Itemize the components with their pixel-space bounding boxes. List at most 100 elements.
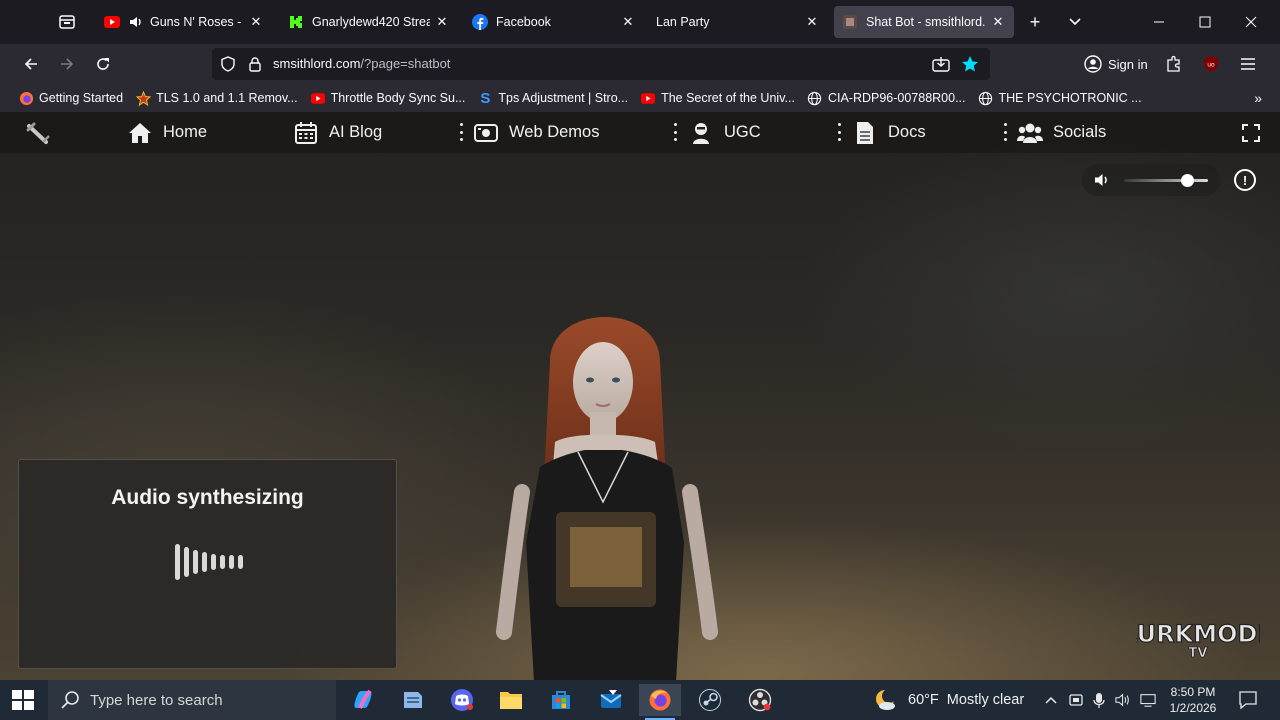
bookmark-label: CIA-RDP96-00788R00... — [827, 91, 966, 105]
bookmark-star-icon[interactable] — [961, 55, 979, 73]
sign-in-button[interactable]: Sign in — [1076, 49, 1160, 79]
weather-widget[interactable]: 60°F Mostly clear — [874, 680, 1024, 720]
volume-slider-handle[interactable] — [1180, 174, 1194, 187]
taskbar-app-copilot[interactable] — [342, 684, 384, 716]
notification-center-icon[interactable] — [1238, 690, 1258, 710]
docs-menu-icon[interactable] — [1002, 123, 1008, 141]
more-bookmarks-button[interactable]: » — [1254, 90, 1262, 106]
taskbar-app-firefox[interactable] — [639, 684, 681, 720]
tab-strip: Guns N' Roses - Pat ✕ Gnarlydewd420 Stre… — [0, 0, 1280, 44]
close-tab-icon[interactable]: ✕ — [804, 14, 820, 30]
tab-guns-n-roses[interactable]: Guns N' Roses - Pat ✕ — [96, 6, 272, 38]
nav-label: AI Blog — [329, 123, 383, 141]
microphone-icon — [1093, 693, 1105, 708]
taskbar-search[interactable]: Type here to search — [48, 680, 336, 720]
nav-label: Docs — [888, 123, 926, 141]
puzzle-icon — [1167, 55, 1180, 72]
extensions-button[interactable] — [1160, 50, 1188, 78]
bookmark-tls[interactable]: TLS 1.0 and 1.1 Remov... — [135, 90, 298, 106]
taskbar-app-files[interactable] — [392, 684, 434, 716]
bookmark-throttle-body[interactable]: Throttle Body Sync Su... — [310, 90, 465, 106]
taskbar-app-obs[interactable] — [739, 684, 781, 716]
plus-icon: + — [1029, 11, 1041, 32]
ublock-button[interactable]: uo — [1197, 50, 1225, 78]
tray-meet-now[interactable] — [1068, 692, 1084, 708]
search-placeholder: Type here to search — [90, 691, 223, 709]
taskbar-app-store[interactable] — [540, 684, 582, 716]
windows-start-icon[interactable] — [12, 690, 34, 710]
forward-arrow-icon — [61, 58, 74, 70]
shield-icon[interactable] — [220, 56, 236, 72]
site-logo-icon[interactable] — [26, 120, 52, 146]
download-page-icon[interactable] — [932, 56, 950, 72]
new-tab-button[interactable]: + — [1022, 9, 1048, 35]
star-icon — [135, 90, 151, 106]
url-text[interactable]: smsithlord.com/?page=shatbot — [273, 56, 450, 71]
bookmark-secret-universe[interactable]: The Secret of the Univ... — [640, 90, 795, 106]
bookmark-label: The Secret of the Univ... — [661, 91, 795, 105]
firefox-view-button[interactable] — [54, 9, 80, 35]
ai-blog-menu-icon[interactable] — [458, 123, 464, 141]
tray-microphone[interactable] — [1091, 692, 1107, 708]
sign-in-label: Sign in — [1108, 56, 1148, 72]
tray-network[interactable] — [1140, 692, 1156, 708]
close-tab-icon[interactable]: ✕ — [990, 14, 1006, 30]
taskbar-app-steam[interactable] — [689, 684, 731, 716]
nav-web-demos[interactable]: Web Demos — [473, 112, 599, 153]
tab-gnarlydewd-stream[interactable]: Gnarlydewd420 Stream ✕ — [280, 6, 458, 38]
bookmark-getting-started[interactable]: Getting Started — [18, 90, 123, 106]
meet-now-icon — [1069, 694, 1083, 706]
volume-slider-track[interactable] — [1124, 179, 1208, 182]
close-tab-icon[interactable]: ✕ — [620, 14, 636, 30]
back-button[interactable] — [17, 50, 45, 78]
tray-volume[interactable] — [1115, 692, 1131, 708]
lock-icon[interactable] — [248, 56, 262, 72]
app-menu-button[interactable] — [1234, 50, 1262, 78]
forward-button[interactable] — [53, 50, 81, 78]
taskbar-clock[interactable]: 8:50 PM 1/2/2026 — [1160, 684, 1226, 716]
nav-ugc[interactable]: UGC — [688, 112, 761, 153]
taskbar-app-discord[interactable] — [441, 684, 483, 716]
tab-shat-bot[interactable]: Shat Bot - smsithlord.co ✕ — [834, 6, 1014, 38]
ugc-menu-icon[interactable] — [836, 123, 842, 141]
nav-home[interactable]: Home — [127, 112, 207, 153]
nav-label: UGC — [724, 123, 761, 141]
audio-playing-icon[interactable] — [128, 14, 144, 30]
ublock-icon: uo — [1204, 56, 1218, 72]
list-all-tabs-button[interactable] — [1062, 9, 1088, 35]
tab-lan-party[interactable]: Lan Party ✕ — [648, 6, 828, 38]
nav-socials[interactable]: Socials — [1017, 112, 1106, 153]
fullscreen-icon[interactable] — [1242, 124, 1260, 142]
bookmark-tps-adjustment[interactable]: S Tps Adjustment | Stro... — [477, 89, 628, 107]
taskbar-app-file-explorer[interactable] — [490, 684, 532, 716]
nav-ai-blog[interactable]: AI Blog — [293, 112, 382, 153]
back-arrow-icon — [24, 58, 37, 70]
close-tab-icon[interactable]: ✕ — [434, 14, 450, 30]
close-window-button[interactable] — [1236, 8, 1266, 36]
taskbar-app-mail[interactable] — [590, 684, 632, 716]
nav-docs[interactable]: Docs — [852, 112, 926, 153]
maximize-button[interactable] — [1190, 8, 1220, 36]
bookmark-psychotronic[interactable]: THE PSYCHOTRONIC ... — [978, 90, 1142, 106]
store-icon — [552, 691, 570, 709]
moon-cloud-icon — [876, 689, 896, 710]
info-alert-icon[interactable]: ! — [1234, 169, 1256, 191]
document-icon — [852, 120, 878, 146]
weather-temp: 60°F — [908, 692, 939, 708]
url-bar[interactable]: smsithlord.com/?page=shatbot — [212, 48, 990, 80]
speaker-icon[interactable] — [1094, 172, 1110, 188]
tab-facebook[interactable]: Facebook ✕ — [464, 6, 644, 38]
close-tab-icon[interactable]: ✕ — [248, 14, 264, 30]
show-hidden-icons-button[interactable] — [1043, 692, 1059, 708]
minimize-button[interactable] — [1144, 8, 1174, 36]
tab-title: Shat Bot - smsithlord.co — [866, 15, 986, 29]
audio-waveform-icon — [175, 544, 243, 580]
bookmark-cia-rdp[interactable]: CIA-RDP96-00788R00... — [807, 90, 966, 106]
web-demos-menu-icon[interactable] — [672, 123, 678, 141]
chevron-up-icon — [1045, 696, 1057, 704]
volume-icon — [1115, 693, 1129, 707]
avatar-character — [496, 317, 718, 680]
weather-condition: Mostly clear — [946, 692, 1025, 708]
s-icon: S — [480, 89, 491, 107]
reload-button[interactable] — [89, 50, 117, 78]
